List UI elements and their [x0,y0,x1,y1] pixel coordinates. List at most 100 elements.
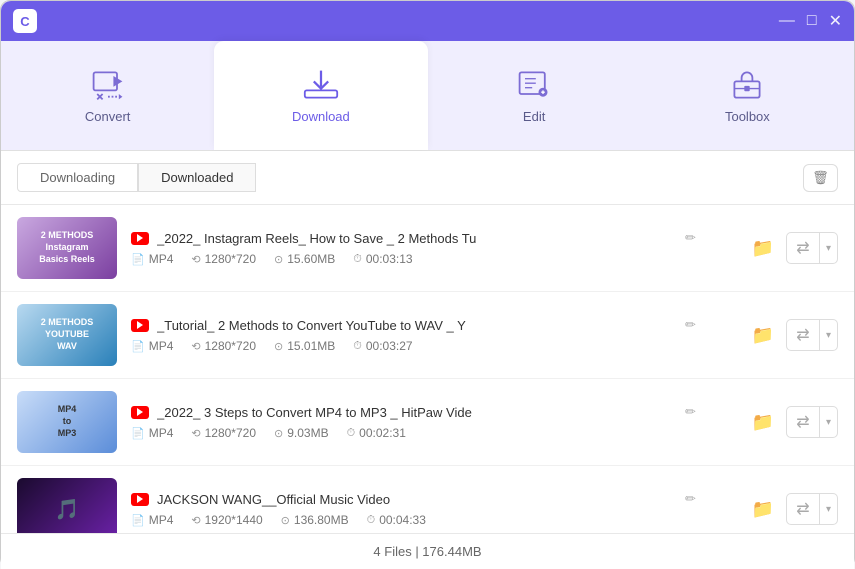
file-icon: 📄 [131,514,145,527]
file-actions-1: 📁 ⇄ ▾ [748,232,838,264]
resolution-2: ⟲ 1280*720 [191,339,256,353]
file-icon: 📄 [131,340,145,353]
thumbnail-3: MP4toMP3 [17,391,117,453]
tab-edit-label: Edit [523,109,545,124]
file-info-3: _2022_ 3 Steps to Convert MP4 to MP3 _ H… [131,404,734,440]
title-bar: C — □ ✕ [1,1,854,41]
thumbnail-4: 🎵 [17,478,117,533]
convert-button-2[interactable]: ⇄ ▾ [786,319,838,351]
trash-icon: 🗑 [812,170,829,186]
clock-icon: ⏱ [367,514,376,527]
subtabs-bar: Downloading Downloaded 🗑 [1,151,854,205]
nav-tabs: Convert Download Edit Toolbox [1,41,854,151]
format-1: 📄 MP4 [131,252,173,266]
size-icon: ⊙ [274,253,283,266]
size-icon: ⊙ [274,427,283,440]
open-folder-button-4[interactable]: 📁 [748,495,778,524]
convert-icon-btn-4[interactable]: ⇄ [787,494,819,524]
file-actions-3: 📁 ⇄ ▾ [748,406,838,438]
file-actions-2: 📁 ⇄ ▾ [748,319,838,351]
resolution-icon: ⟲ [191,253,200,266]
tab-convert-label: Convert [85,109,131,124]
convert-dropdown-1[interactable]: ▾ [819,233,837,263]
size-1: ⊙ 15.60MB [274,252,335,266]
convert-dropdown-4[interactable]: ▾ [819,494,837,524]
convert-icon-btn-2[interactable]: ⇄ [787,320,819,350]
size-3: ⊙ 9.03MB [274,426,329,440]
resolution-4: ⟲ 1920*1440 [191,513,262,527]
resolution-icon: ⟲ [191,514,200,527]
format-2: 📄 MP4 [131,339,173,353]
format-4: 📄 MP4 [131,513,173,527]
convert-button-4[interactable]: ⇄ ▾ [786,493,838,525]
format-3: 📄 MP4 [131,426,173,440]
convert-dropdown-3[interactable]: ▾ [819,407,837,437]
maximize-button[interactable]: □ [807,12,817,30]
table-row: 2 METHODSYOUTUBEWAV _Tutorial_ 2 Methods… [1,292,854,379]
size-icon: ⊙ [274,340,283,353]
file-icon: 📄 [131,427,145,440]
convert-button-3[interactable]: ⇄ ▾ [786,406,838,438]
duration-1: ⏱ 00:03:13 [353,252,412,266]
file-actions-4: 📁 ⇄ ▾ [748,493,838,525]
tab-download[interactable]: Download [214,41,427,150]
table-row: MP4toMP3 _2022_ 3 Steps to Convert MP4 t… [1,379,854,466]
close-button[interactable]: ✕ [829,11,842,31]
window-controls[interactable]: — □ ✕ [779,11,842,31]
resolution-1: ⟲ 1280*720 [191,252,256,266]
main-container: Downloading Downloaded 🗑 2 METHODSInstag… [1,151,854,569]
edit-icon-3[interactable]: ✏ [685,404,696,420]
tab-toolbox-label: Toolbox [725,109,770,124]
clock-icon: ⏱ [347,427,356,440]
file-info-4: JACKSON WANG__Official Music Video ✏ 📄 M… [131,491,734,527]
file-title-3: _2022_ 3 Steps to Convert MP4 to MP3 _ H… [157,405,677,420]
open-folder-button-1[interactable]: 📁 [748,234,778,263]
size-icon: ⊙ [281,514,290,527]
duration-3: ⏱ 00:02:31 [347,426,406,440]
file-list: 2 METHODSInstagramBasics Reels _2022_ In… [1,205,854,533]
minimize-button[interactable]: — [779,12,795,30]
open-folder-button-3[interactable]: 📁 [748,408,778,437]
youtube-icon [131,232,149,245]
clock-icon: ⏱ [353,340,362,353]
thumbnail-2: 2 METHODSYOUTUBEWAV [17,304,117,366]
convert-icon-btn-3[interactable]: ⇄ [787,407,819,437]
status-text: 4 Files | 176.44MB [373,544,481,559]
size-4: ⊙ 136.80MB [281,513,349,527]
resolution-icon: ⟲ [191,340,200,353]
convert-icon-btn-1[interactable]: ⇄ [787,233,819,263]
resolution-icon: ⟲ [191,427,200,440]
tab-convert[interactable]: Convert [1,41,214,150]
file-info-1: _2022_ Instagram Reels_ How to Save _ 2 … [131,230,734,266]
subtab-downloaded[interactable]: Downloaded [138,163,256,192]
thumbnail-1: 2 METHODSInstagramBasics Reels [17,217,117,279]
youtube-icon [131,406,149,419]
table-row: 🎵 JACKSON WANG__Official Music Video ✏ 📄… [1,466,854,533]
app-logo: C [13,9,37,33]
table-row: 2 METHODSInstagramBasics Reels _2022_ In… [1,205,854,292]
file-title-2: _Tutorial_ 2 Methods to Convert YouTube … [157,318,677,333]
open-folder-button-2[interactable]: 📁 [748,321,778,350]
convert-dropdown-2[interactable]: ▾ [819,320,837,350]
tab-edit[interactable]: Edit [428,41,641,150]
file-title-4: JACKSON WANG__Official Music Video [157,492,677,507]
youtube-icon [131,319,149,332]
file-info-2: _Tutorial_ 2 Methods to Convert YouTube … [131,317,734,353]
size-2: ⊙ 15.01MB [274,339,335,353]
edit-icon-2[interactable]: ✏ [685,317,696,333]
resolution-3: ⟲ 1280*720 [191,426,256,440]
file-title-1: _2022_ Instagram Reels_ How to Save _ 2 … [157,231,677,246]
status-bar: 4 Files | 176.44MB [1,533,854,569]
edit-icon-4[interactable]: ✏ [685,491,696,507]
file-icon: 📄 [131,253,145,266]
delete-all-button[interactable]: 🗑 [803,164,838,192]
convert-button-1[interactable]: ⇄ ▾ [786,232,838,264]
duration-2: ⏱ 00:03:27 [353,339,412,353]
edit-icon-1[interactable]: ✏ [685,230,696,246]
duration-4: ⏱ 00:04:33 [367,513,426,527]
clock-icon: ⏱ [353,253,362,266]
tab-download-label: Download [292,109,350,124]
subtab-downloading[interactable]: Downloading [17,163,138,192]
youtube-icon [131,493,149,506]
tab-toolbox[interactable]: Toolbox [641,41,854,150]
